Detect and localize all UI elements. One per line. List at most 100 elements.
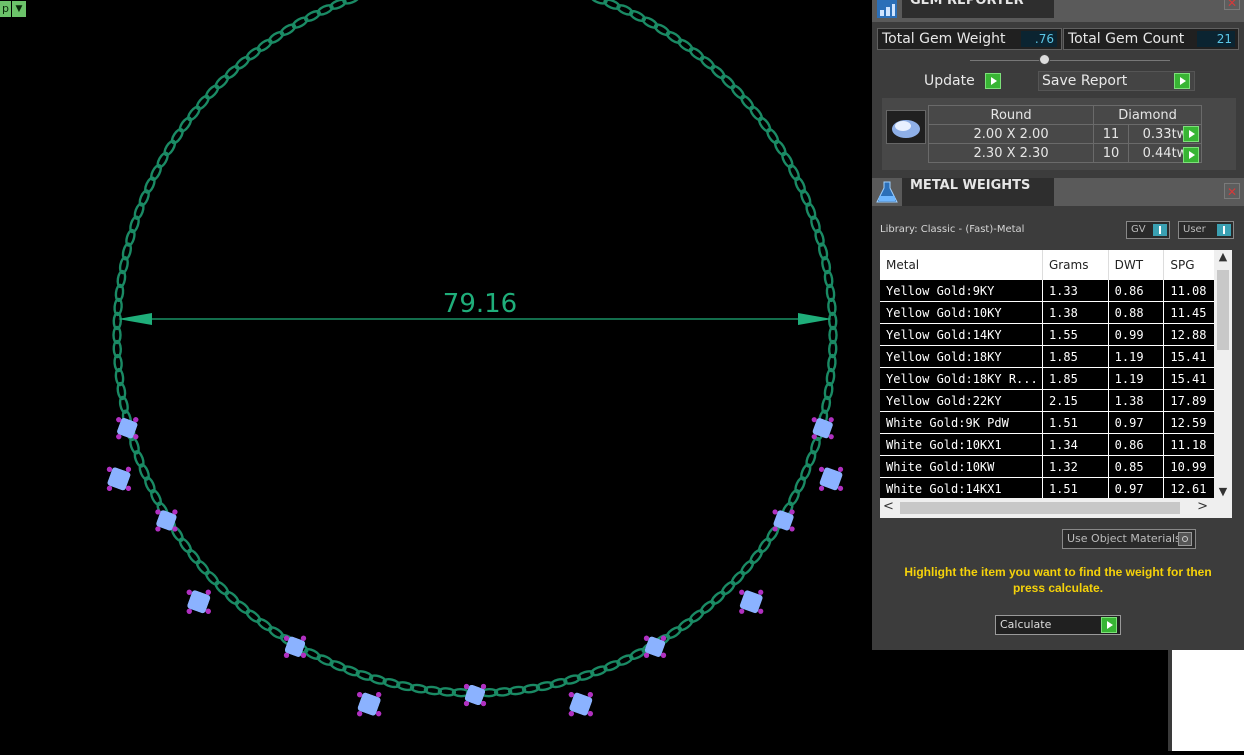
metal-dwt: 0.99 (1108, 324, 1164, 346)
metal-row[interactable]: Yellow Gold:9KY1.330.8611.08 (880, 280, 1232, 302)
gem-count: 10 (1094, 144, 1129, 163)
gem[interactable] (569, 692, 593, 716)
gem-row-select-icon[interactable] (1183, 147, 1199, 163)
gem[interactable] (116, 417, 138, 439)
metal-row[interactable]: White Gold:9K PdW1.510.9712.59 (880, 412, 1232, 434)
use-object-materials-toggle[interactable]: Use Object Materials (1062, 529, 1196, 549)
gv-toggle-label: GV (1131, 224, 1146, 235)
calculate-button[interactable]: Calculate (995, 615, 1121, 635)
total-gem-count-field: Total Gem Count 21 (1063, 28, 1239, 50)
gem-row-select-icon[interactable] (1183, 126, 1199, 142)
scroll-up-icon[interactable]: ▲ (1214, 250, 1232, 266)
dimension-arrow-left-icon (118, 313, 152, 325)
metal-grams: 1.51 (1042, 478, 1108, 500)
play-arrow-icon (1174, 73, 1190, 89)
gem[interactable] (819, 467, 843, 491)
metal-name: Yellow Gold:18KY (880, 346, 1042, 368)
metal-row[interactable]: Yellow Gold:18KY R...1.851.1915.41 (880, 368, 1232, 390)
metal-weights-panel: METAL WEIGHTS ✕ Library: Classic - (Fast… (872, 178, 1244, 650)
metal-name: Yellow Gold:14KY (880, 324, 1042, 346)
gem[interactable] (464, 684, 486, 706)
gem-type-header: Diamond (1094, 106, 1202, 125)
scroll-down-icon[interactable]: ▼ (1214, 485, 1232, 498)
metal-name: White Gold:14KX1 (880, 478, 1042, 500)
gem[interactable] (284, 636, 306, 658)
metal-dwt: 0.86 (1108, 434, 1164, 456)
metal-name: White Gold:9K PdW (880, 412, 1042, 434)
metal-grams: 1.38 (1042, 302, 1108, 324)
scroll-left-icon[interactable]: < (883, 499, 894, 514)
gem[interactable] (812, 417, 834, 439)
gem[interactable] (357, 692, 381, 716)
column-header-metal[interactable]: Metal (880, 250, 1042, 280)
metal-weights-table: Metal Grams DWT SPG Yellow Gold:9KY1.330… (880, 250, 1232, 518)
save-report-button[interactable]: Save Report (1038, 71, 1195, 91)
gem[interactable] (107, 467, 131, 491)
scrollbar-thumb[interactable] (1217, 270, 1229, 350)
gem[interactable] (155, 509, 177, 531)
metal-dwt: 1.19 (1108, 368, 1164, 390)
metal-grams: 1.33 (1042, 280, 1108, 302)
gem-shape-header: Round (929, 106, 1094, 125)
metal-row[interactable]: Yellow Gold:22KY2.151.3817.89 (880, 390, 1232, 412)
view-menu-button[interactable]: p ▼ (0, 0, 26, 18)
instruction-text: Highlight the item you want to find the … (892, 564, 1224, 596)
total-gem-weight-value: .76 (1021, 31, 1057, 47)
metal-row[interactable]: Yellow Gold:18KY1.851.1915.41 (880, 346, 1232, 368)
metal-weights-title: METAL WEIGHTS (902, 178, 1054, 206)
metal-weights-titlebar: METAL WEIGHTS ✕ (872, 178, 1244, 206)
gem-row[interactable]: 2.00 X 2.00 11 0.33tw (929, 125, 1202, 144)
scrollbar-thumb[interactable] (900, 502, 1180, 514)
toggle-indicator-icon (1217, 224, 1231, 236)
total-gem-weight-label: Total Gem Weight (882, 31, 1005, 47)
metal-name: Yellow Gold:22KY (880, 390, 1042, 412)
metal-row[interactable]: White Gold:10KX11.340.8611.18 (880, 434, 1232, 456)
gem[interactable] (739, 590, 763, 614)
gv-toggle[interactable]: GV (1126, 221, 1170, 239)
gem[interactable] (187, 590, 211, 614)
metal-grams: 1.55 (1042, 324, 1108, 346)
metal-grams: 1.85 (1042, 346, 1108, 368)
gem-count: 11 (1094, 125, 1129, 144)
update-button[interactable]: Update (924, 71, 1001, 91)
dimension-arrow-right-icon (798, 313, 832, 325)
chain (113, 0, 836, 697)
metal-row[interactable]: Yellow Gold:14KY1.550.9912.88 (880, 324, 1232, 346)
scroll-right-icon[interactable]: > (1197, 499, 1208, 514)
splitter-handle[interactable] (970, 60, 1170, 61)
horizontal-scrollbar[interactable]: < > (880, 498, 1232, 518)
calculate-label: Calculate (1000, 618, 1051, 631)
total-gem-count-label: Total Gem Count (1068, 31, 1184, 47)
metal-dwt: 0.97 (1108, 478, 1164, 500)
gem-size: 2.30 X 2.30 (929, 144, 1094, 163)
close-icon[interactable]: ✕ (1224, 0, 1240, 10)
metal-table-container[interactable]: Metal Grams DWT SPG Yellow Gold:9KY1.330… (880, 250, 1232, 518)
metal-grams: 1.51 (1042, 412, 1108, 434)
column-header-dwt[interactable]: DWT (1108, 250, 1164, 280)
gem-thumbnail-icon[interactable] (886, 110, 926, 144)
radio-off-icon (1178, 532, 1192, 546)
column-header-grams[interactable]: Grams (1042, 250, 1108, 280)
vertical-scrollbar[interactable]: ▲ ▼ (1214, 250, 1232, 498)
library-label: Library: Classic - (Fast)-Metal (880, 224, 1024, 235)
user-toggle[interactable]: User (1178, 221, 1234, 239)
metal-name: White Gold:10KW (880, 456, 1042, 478)
gem[interactable] (644, 636, 666, 658)
metal-grams: 1.85 (1042, 368, 1108, 390)
play-arrow-icon (1101, 617, 1117, 633)
metal-dwt: 0.88 (1108, 302, 1164, 324)
metal-dwt: 1.38 (1108, 390, 1164, 412)
close-icon[interactable]: ✕ (1224, 183, 1240, 199)
metal-grams: 2.15 (1042, 390, 1108, 412)
metal-row[interactable]: Yellow Gold:10KY1.380.8811.45 (880, 302, 1232, 324)
gem-reporter-title: GEM REPORTER (902, 0, 1054, 18)
view-menu-label: p (0, 1, 11, 17)
metal-row[interactable]: White Gold:10KW1.320.8510.99 (880, 456, 1232, 478)
splitter-knob-icon[interactable] (1039, 54, 1050, 65)
gem-row[interactable]: 2.30 X 2.30 10 0.44tw (929, 144, 1202, 163)
metal-name: White Gold:10KX1 (880, 434, 1042, 456)
total-gem-weight-field: Total Gem Weight .76 (877, 28, 1062, 50)
gem[interactable] (772, 509, 794, 531)
gem-table: Round Diamond 2.00 X 2.00 11 0.33tw 2.30… (928, 105, 1202, 163)
metal-row[interactable]: White Gold:14KX11.510.9712.61 (880, 478, 1232, 500)
